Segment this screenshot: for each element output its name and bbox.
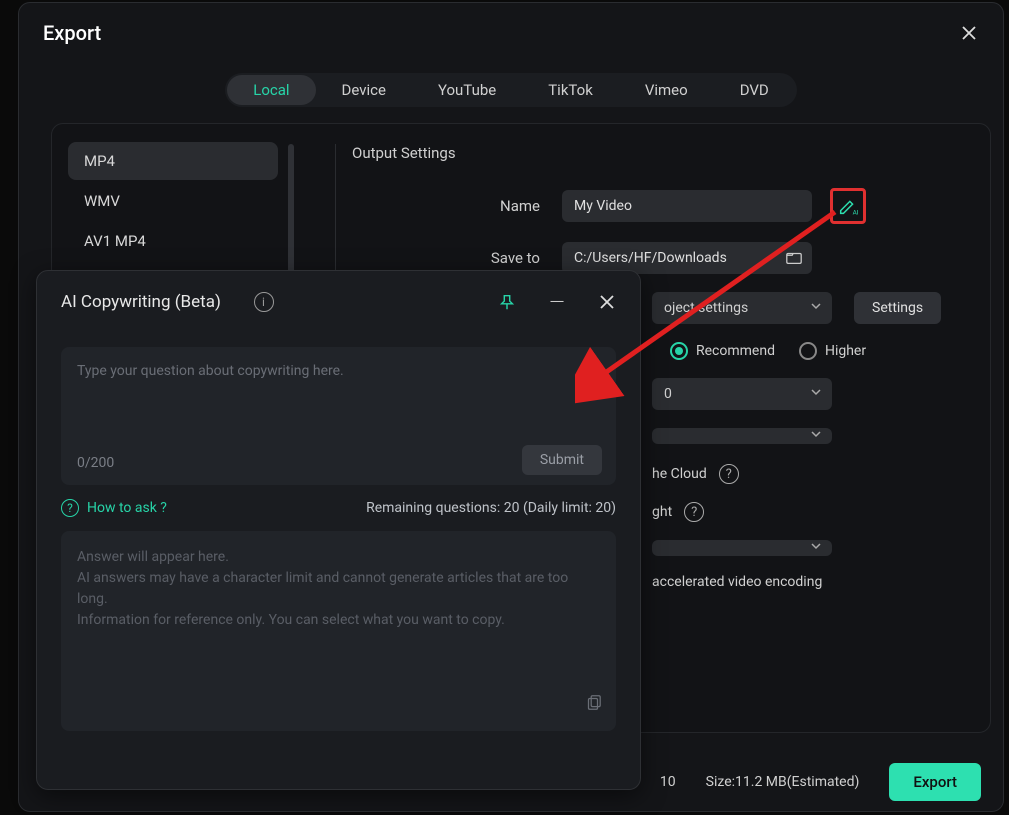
ai-edit-button[interactable]: AI	[830, 188, 866, 224]
chevron-down-icon	[810, 428, 822, 444]
saveto-label: Save to	[352, 249, 562, 267]
copy-icon[interactable]	[584, 694, 602, 719]
format-scrollbar[interactable]	[288, 144, 294, 284]
bottom-size: Size:11.2 MB(Estimated)	[706, 774, 860, 790]
dropdown-b[interactable]	[652, 428, 832, 444]
radio-circle	[799, 342, 817, 360]
tab-tiktok[interactable]: TikTok	[522, 75, 619, 105]
preset-value: oject settings	[664, 300, 748, 316]
format-list: MP4 WMV AV1 MP4	[68, 142, 278, 262]
answer-placeholder-2: AI answers may have a character limit an…	[77, 568, 600, 610]
quality-radios: Recommend Higher	[670, 342, 866, 360]
remaining-questions: Remaining questions: 20 (Daily limit: 20…	[366, 500, 616, 516]
format-mp4[interactable]: MP4	[68, 142, 278, 180]
light-row: ght ?	[652, 502, 952, 522]
ai-meta-row: ? How to ask ? Remaining questions: 20 (…	[61, 499, 616, 517]
radio-circle-selected	[670, 342, 688, 360]
how-to-ask-label: How to ask ?	[87, 500, 167, 516]
close-icon[interactable]	[959, 23, 979, 43]
dropdown-a-value: 0	[664, 386, 672, 402]
dropdown-c[interactable]	[652, 540, 832, 556]
hw-encoding-label: accelerated video encoding	[652, 574, 822, 590]
dropdown-c-row	[652, 540, 952, 556]
cloud-label: he Cloud	[652, 466, 707, 482]
format-wmv[interactable]: WMV	[68, 182, 278, 220]
radio-higher[interactable]: Higher	[799, 342, 866, 360]
radio-recommend[interactable]: Recommend	[670, 342, 775, 360]
ai-copywriting-panel: AI Copywriting (Beta) i — 0/200 Submit ?…	[36, 270, 641, 790]
chevron-down-icon	[810, 540, 822, 556]
dropdown-a[interactable]: 0	[652, 378, 832, 410]
settings-button[interactable]: Settings	[854, 292, 941, 324]
tab-device[interactable]: Device	[316, 75, 412, 105]
dropdown-a-row: 0	[652, 378, 952, 410]
folder-icon[interactable]	[782, 246, 806, 270]
how-to-ask-link[interactable]: ? How to ask ?	[61, 499, 167, 517]
radio-recommend-label: Recommend	[696, 343, 775, 359]
bottom-number: 10	[660, 774, 676, 790]
ai-panel-header: AI Copywriting (Beta) i —	[37, 271, 640, 325]
chevron-down-icon	[810, 300, 822, 316]
dropdown-b-row	[652, 428, 952, 444]
name-label: Name	[352, 197, 562, 215]
pin-icon[interactable]	[494, 289, 520, 315]
ai-question-input[interactable]	[77, 363, 600, 433]
minimize-icon[interactable]: —	[544, 289, 570, 315]
ai-input-box: 0/200 Submit	[61, 347, 616, 485]
help-icon[interactable]: ?	[719, 464, 739, 484]
output-settings-heading: Output Settings	[352, 144, 952, 162]
tab-vimeo[interactable]: Vimeo	[619, 75, 714, 105]
answer-placeholder-1: Answer will appear here.	[77, 547, 600, 568]
quality-row: Recommend Higher	[670, 342, 952, 360]
name-row: Name AI	[352, 188, 952, 224]
question-icon: ?	[61, 499, 79, 517]
tab-dvd[interactable]: DVD	[714, 75, 795, 105]
close-icon[interactable]	[594, 289, 620, 315]
cloud-row: he Cloud ?	[652, 464, 952, 484]
ai-panel-title: AI Copywriting (Beta)	[61, 292, 248, 312]
format-av1mp4[interactable]: AV1 MP4	[68, 222, 278, 260]
char-counter: 0/200	[77, 455, 114, 471]
answer-placeholder-3: Information for reference only. You can …	[77, 610, 600, 631]
submit-button[interactable]: Submit	[522, 445, 602, 475]
help-icon[interactable]: ?	[684, 502, 704, 522]
info-icon[interactable]: i	[254, 292, 274, 312]
tabs-bar: Local Device YouTube TikTok Vimeo DVD	[19, 73, 1003, 107]
ai-answer-box: Answer will appear here. AI answers may …	[61, 531, 616, 731]
name-input[interactable]	[562, 190, 812, 222]
tabs-wrap: Local Device YouTube TikTok Vimeo DVD	[225, 73, 797, 107]
tab-youtube[interactable]: YouTube	[412, 75, 522, 105]
preset-row: oject settings Settings	[652, 292, 952, 324]
chevron-down-icon	[810, 386, 822, 402]
light-label: ght	[652, 504, 672, 520]
tab-local[interactable]: Local	[227, 75, 315, 105]
export-button[interactable]: Export	[889, 763, 981, 801]
radio-higher-label: Higher	[825, 343, 866, 359]
svg-text:AI: AI	[853, 208, 859, 216]
preset-dropdown[interactable]: oject settings	[652, 292, 832, 324]
dialog-title: Export	[43, 21, 101, 45]
dialog-header: Export	[19, 3, 1003, 55]
hw-encoding-row: accelerated video encoding	[652, 574, 952, 590]
